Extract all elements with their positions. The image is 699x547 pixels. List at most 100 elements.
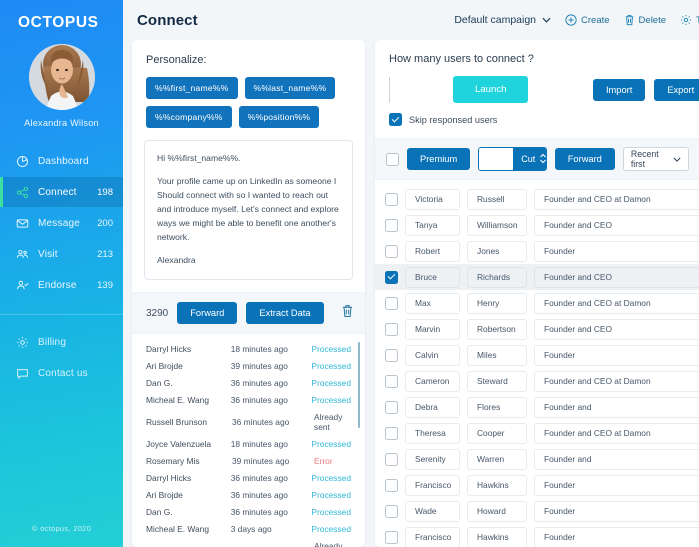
cut-input[interactable] [479, 148, 514, 170]
import-export-group: Import Export [592, 78, 699, 101]
cut-button[interactable]: Cut [513, 148, 546, 170]
users-table-rows: Victoria Russell Founder and CEO at Damon T… [375, 186, 699, 547]
table-row[interactable]: Wade Howard Founder [375, 498, 699, 524]
launch-button[interactable]: Launch [453, 76, 529, 103]
token-first-name[interactable]: %%first_name%% [146, 77, 238, 99]
create-button[interactable]: Create [565, 14, 610, 26]
log-name: Ari Brojde [146, 360, 183, 371]
sidebar-item-message[interactable]: Message 200 [0, 208, 123, 238]
table-row[interactable]: Francisco Hawkins Founder [375, 524, 699, 547]
sidebar-item-label: Visit [38, 248, 58, 260]
sidebar-item-visit[interactable]: Visit 213 [0, 239, 123, 269]
log-name: Darryl Hicks [146, 343, 192, 354]
list-item[interactable]: Dan G. 36 minutes ago Processed [132, 503, 365, 520]
token-position[interactable]: %%position%% [238, 106, 320, 128]
extract-data-button[interactable]: Extract Data [246, 302, 324, 325]
table-row[interactable]: Bruce Richards Founder and CEO [375, 264, 699, 290]
users-count-input[interactable] [389, 76, 451, 103]
trash-icon [341, 304, 354, 323]
delete-icon-button[interactable] [341, 304, 354, 323]
forward-users-button[interactable]: Forward [554, 148, 615, 170]
table-row[interactable]: Victoria Russell Founder and CEO at Damon [375, 186, 699, 212]
log-time: 36 minutes ago [230, 377, 288, 388]
cell-last-name: Hawkins [467, 474, 527, 496]
row-checkbox[interactable] [385, 348, 398, 362]
tools-button[interactable]: Tools [680, 14, 699, 26]
list-item[interactable]: Darryl Hicks 18 minutes ago Processed [132, 340, 365, 357]
delete-button[interactable]: Delete [624, 14, 666, 26]
log-status: Already sent [314, 540, 343, 547]
row-checkbox[interactable] [385, 192, 398, 206]
row-checkbox[interactable] [385, 374, 398, 388]
cell-position: Founder [534, 240, 699, 262]
row-checkbox[interactable] [385, 218, 398, 232]
sidebar-item-dashboard[interactable]: Dashboard [0, 146, 123, 176]
users-table[interactable]: Victoria Russell Founder and CEO at Damon T… [375, 180, 699, 547]
table-row[interactable]: Serenity Warren Founder and [375, 446, 699, 472]
forward-button[interactable]: Forward [177, 302, 238, 325]
list-item[interactable]: Dan G. 36 minutes ago Processed [132, 374, 365, 391]
list-item[interactable]: Micheal E. Wang 36 minutes ago Processed [132, 391, 365, 408]
cell-first-name: Marvin [405, 318, 460, 340]
list-item[interactable]: Russell Brunson 36 minutes ago Already sen… [132, 408, 365, 435]
list-item[interactable]: Micheal E. Wang 3 days ago Processed [132, 520, 365, 537]
select-all-checkbox[interactable] [386, 152, 399, 166]
message-editor[interactable]: Hi %%first_name%%. Your profile came up … [144, 140, 353, 281]
table-row[interactable]: Robert Jones Founder [375, 238, 699, 264]
sidebar-item-connect[interactable]: Connect 198 [0, 177, 123, 207]
sidebar-item-billing[interactable]: Billing [0, 327, 123, 357]
cell-last-name: Hawkins [467, 526, 527, 547]
campaign-dropdown[interactable]: Default campaign [454, 14, 551, 26]
table-row[interactable]: Calvin Miles Founder [375, 342, 699, 368]
export-button[interactable]: Export [654, 78, 699, 101]
users-panel-header: How many users to connect ? [375, 40, 699, 65]
table-row[interactable]: Theresa Cooper Founder and CEO at Damon [375, 420, 699, 446]
row-checkbox[interactable] [385, 400, 398, 414]
skip-responded-checkbox[interactable] [389, 113, 402, 126]
list-item[interactable]: Ari Brojde 39 minutes ago Processed [132, 357, 365, 374]
cell-last-name: Robertson [467, 318, 527, 340]
table-row[interactable]: Debra Flores Founder and [375, 394, 699, 420]
list-item[interactable]: Darryl Hicks 36 minutes ago Processed [132, 469, 365, 486]
table-row[interactable]: Francisco Hawkins Founder [375, 472, 699, 498]
sidebar-item-endorse[interactable]: Endorse 139 [0, 270, 123, 300]
row-checkbox[interactable] [385, 322, 398, 336]
activity-log-scrollbar[interactable] [357, 342, 360, 429]
sidebar-item-label: Contact us [38, 367, 88, 379]
secondary-nav: Billing Contact us [0, 327, 123, 388]
row-checkbox[interactable] [385, 296, 398, 310]
activity-log-list[interactable]: Darryl Hicks 18 minutes ago Processed Ari B… [132, 334, 365, 547]
cell-first-name: Francisco [405, 526, 460, 547]
cell-first-name: Serenity [405, 448, 460, 470]
cell-first-name: Wade [405, 500, 460, 522]
premium-button[interactable]: Premium [407, 148, 471, 170]
log-time: 18 minutes ago [230, 343, 288, 354]
log-status: Processed [311, 506, 351, 517]
row-checkbox[interactable] [385, 530, 398, 544]
token-last-name[interactable]: %%last_name%% [244, 77, 336, 99]
sidebar-item-contact-us[interactable]: Contact us [0, 358, 123, 388]
row-checkbox[interactable] [385, 452, 398, 466]
list-item[interactable]: Joyce Valenzuela 18 minutes ago Processed [132, 435, 365, 452]
list-item[interactable]: Russell Brunson3 days agoAlready sent [132, 537, 365, 547]
import-button[interactable]: Import [592, 78, 646, 101]
table-row[interactable]: Marvin Robertson Founder and CEO [375, 316, 699, 342]
log-time: 36 minutes ago [232, 416, 290, 427]
table-row[interactable]: Cameron Steward Founder and CEO at Damon [375, 368, 699, 394]
row-checkbox[interactable] [385, 478, 398, 492]
cell-last-name: Steward [467, 370, 527, 392]
token-company[interactable]: %%company%% [146, 106, 232, 128]
table-row[interactable]: Tanya Williamson Founder and CEO [375, 212, 699, 238]
row-checkbox[interactable] [385, 270, 398, 284]
row-checkbox[interactable] [385, 504, 398, 518]
table-row[interactable]: Max Henry Founder and CEO at Damon [375, 290, 699, 316]
cell-first-name: Theresa [405, 422, 460, 444]
cell-last-name: Jones [467, 240, 527, 262]
cell-first-name: Francisco [405, 474, 460, 496]
list-item[interactable]: Ari Brojde 36 minutes ago Processed [132, 486, 365, 503]
row-checkbox[interactable] [385, 426, 398, 440]
sort-dropdown[interactable]: Recent first [622, 147, 690, 171]
list-item[interactable]: Rosemary Mis 39 minutes ago Error [132, 452, 365, 469]
connect-icon [16, 185, 33, 199]
row-checkbox[interactable] [385, 244, 398, 258]
